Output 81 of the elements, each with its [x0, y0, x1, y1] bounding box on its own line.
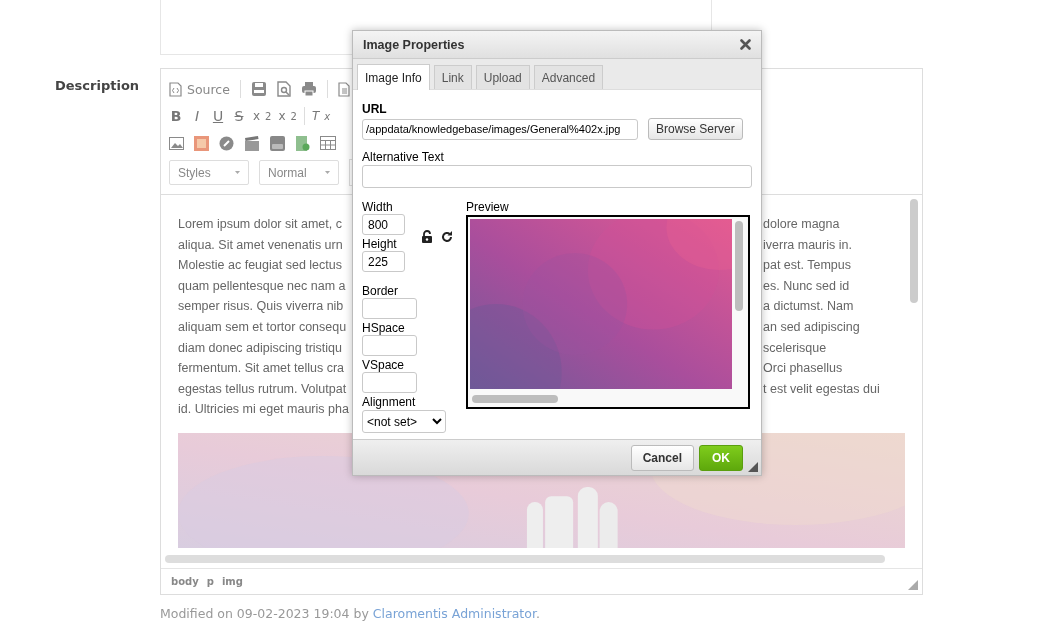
body-text-line: Orci phasellus [763, 360, 844, 378]
video-icon[interactable] [270, 135, 285, 151]
document-icon[interactable] [337, 81, 350, 97]
vertical-scrollbar[interactable] [910, 199, 918, 303]
preview-icon[interactable] [276, 81, 291, 97]
dialog-tab[interactable]: Link [433, 65, 472, 89]
url-label: URL [362, 102, 388, 116]
modified-note: Modified on 09-02-2023 19:04 by Claromentis Administrator. [160, 606, 541, 621]
reset-icon[interactable] [441, 229, 453, 243]
format-dropdown-value: Normal [268, 165, 307, 180]
clapperboard-icon[interactable] [244, 135, 260, 151]
body-text-line: diam donec adipiscing tristiqu [178, 339, 343, 357]
print-icon[interactable] [300, 81, 317, 97]
underline-format-button[interactable]: U [211, 108, 225, 124]
document-code-icon [169, 81, 182, 97]
cancel-button[interactable]: Cancel [630, 444, 694, 471]
alt-text-field[interactable] [362, 165, 752, 188]
caret-icon [235, 171, 240, 174]
horizontal-scrollbar[interactable] [165, 555, 885, 563]
author-link[interactable]: Claromentis Administrator [372, 606, 536, 621]
vspace-label: VSpace [362, 358, 406, 372]
vertical-scrollbar[interactable] [735, 221, 743, 311]
caret-icon [325, 171, 330, 174]
body-text-line: Lorem ipsum dolor sit amet, c [178, 216, 343, 233]
element-path-item[interactable]: img [221, 576, 243, 587]
vspace-field[interactable] [362, 372, 417, 393]
image-icon[interactable] [169, 136, 184, 150]
width-label: Width [362, 200, 394, 214]
alt-text-label: Alternative Text [362, 150, 445, 164]
body-text-line: aliquam sem et tortor consequ [178, 318, 348, 336]
body-text-line: Molestie ac feugiat sed lectus [178, 257, 343, 275]
body-text-line: id. Ultricies mi eget mauris pha [178, 401, 350, 419]
styles-dropdown[interactable]: Styles [169, 160, 249, 185]
url-field[interactable]: /appdata/knowledgebase/images/General%402x.jpg [362, 118, 638, 140]
resize-grip-icon[interactable] [748, 462, 758, 472]
browse-server-button[interactable]: Browse Server [648, 118, 743, 140]
border-field[interactable] [362, 298, 417, 319]
strike-format-button[interactable]: S [232, 108, 246, 124]
border-label: Border [362, 284, 400, 298]
preview-label: Preview [466, 200, 510, 214]
hspace-field[interactable] [362, 335, 417, 356]
bold-format-button[interactable]: B [169, 108, 183, 124]
dialog-title: Image Properties [363, 37, 465, 52]
hspace-label: HSpace [362, 321, 406, 335]
lock-icon[interactable] [421, 229, 433, 243]
element-path-item[interactable]: p [206, 576, 214, 587]
body-text-line: pat est. Tempus [763, 257, 852, 275]
width-field[interactable]: 800 [362, 214, 405, 235]
table-icon[interactable] [320, 136, 336, 150]
dialog-tab[interactable]: Image Info [357, 64, 430, 90]
pencil-circle-icon[interactable] [219, 135, 234, 151]
body-text-line: scelerisque [763, 339, 828, 357]
element-path-item[interactable]: body [171, 576, 199, 587]
alignment-select[interactable]: <not set> [362, 410, 446, 433]
body-text-line: es. Nunc sed id [763, 277, 851, 295]
body-text-line: iverra mauris in. [763, 236, 853, 254]
body-text-line: an sed adipiscing [763, 318, 861, 336]
close-icon[interactable] [740, 39, 751, 50]
resize-grip-icon[interactable] [908, 580, 918, 590]
body-text-line: fermentum. Sit amet tellus cra [178, 360, 346, 378]
styles-dropdown-value: Styles [178, 165, 211, 180]
body-text-line: egestas tellus rutrum. Volutpat [178, 380, 348, 398]
dialog-tab[interactable]: Advanced [533, 65, 604, 89]
save-icon[interactable] [250, 81, 267, 97]
height-field[interactable]: 225 [362, 251, 405, 272]
body-text-line: semper risus. Quis viverra nib [178, 298, 345, 316]
source-button[interactable]: Source [169, 81, 230, 97]
body-text-line: aliqua. Sit amet venenatis urn [178, 236, 344, 254]
dialog-tab[interactable]: Upload [475, 65, 530, 89]
horizontal-scrollbar[interactable] [472, 395, 558, 403]
format-dropdown[interactable]: Normal [259, 160, 339, 185]
alignment-label: Alignment [362, 395, 417, 409]
body-text-line: t est velit egestas dui [763, 380, 881, 398]
height-label: Height [362, 237, 398, 251]
framed-image-icon[interactable] [194, 135, 209, 151]
spreadsheet-icon[interactable] [295, 135, 310, 151]
italic-format-button[interactable]: I [190, 108, 204, 124]
body-text-line: quam pellentesque nec nam a [178, 277, 347, 295]
field-label: Description [54, 77, 141, 95]
body-text-line: dolore magna [763, 216, 841, 233]
body-text-line: a dictumst. Nam [763, 298, 855, 316]
